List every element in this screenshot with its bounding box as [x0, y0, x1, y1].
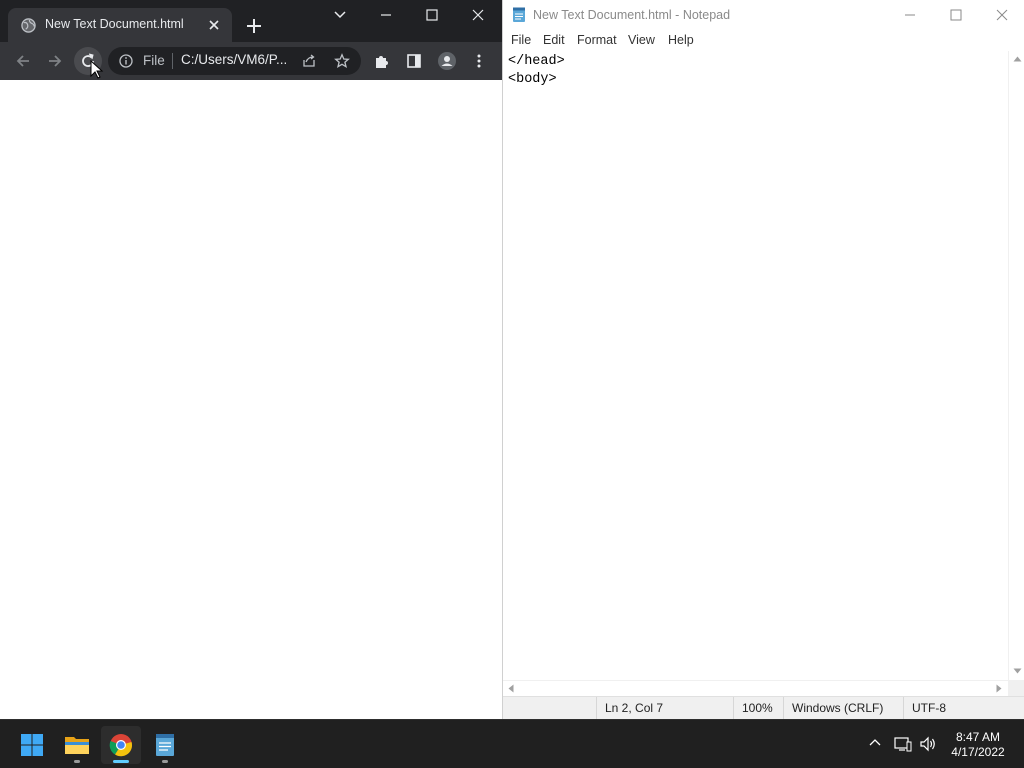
profile-avatar-icon[interactable]	[433, 47, 461, 75]
notepad-menubar: File Edit Format View Help	[503, 30, 1024, 51]
new-tab-button[interactable]	[243, 15, 265, 37]
taskbar: 8:47 AM 4/17/2022	[0, 719, 1024, 768]
url-scheme-label: File	[143, 53, 165, 68]
close-tab-icon[interactable]	[207, 18, 221, 32]
scrollbar-corner	[1008, 680, 1024, 696]
show-hidden-icons-chevron-icon[interactable]	[868, 736, 882, 750]
file-explorer-icon[interactable]	[57, 726, 97, 764]
chrome-window: New Text Document.html File C:/Users/VM6…	[0, 0, 502, 719]
chrome-tabstrip: New Text Document.html	[0, 0, 502, 42]
menu-edit[interactable]: Edit	[543, 33, 565, 47]
globe-icon	[21, 18, 36, 33]
chrome-maximize-button[interactable]	[409, 0, 455, 30]
url-text[interactable]: C:/Users/VM6/P...	[181, 52, 287, 67]
active-indicator	[113, 760, 129, 763]
notepad-maximize-button[interactable]	[933, 0, 979, 30]
menu-format[interactable]: Format	[577, 33, 617, 47]
status-cursor-position: Ln 2, Col 7	[596, 697, 733, 720]
network-icon[interactable]	[894, 736, 912, 752]
notepad-window: New Text Document.html - Notepad File Ed…	[502, 0, 1024, 720]
start-icon[interactable]	[12, 726, 52, 764]
chrome-icon[interactable]	[101, 726, 141, 764]
status-line-ending: Windows (CRLF)	[783, 697, 903, 720]
menu-file[interactable]: File	[511, 33, 531, 47]
tab-search-chevron-icon[interactable]	[330, 6, 350, 24]
status-encoding: UTF-8	[903, 697, 1013, 720]
scroll-up-arrow-icon[interactable]	[1013, 56, 1022, 62]
running-indicator	[162, 760, 168, 763]
side-panel-icon[interactable]	[400, 47, 428, 75]
notepad-text-area[interactable]: </head> <body>	[503, 51, 1008, 680]
clock-time: 8:47 AM	[955, 730, 1001, 744]
extensions-puzzle-icon[interactable]	[368, 47, 396, 75]
notepad-icon[interactable]	[145, 726, 185, 764]
scroll-left-arrow-icon[interactable]	[508, 684, 514, 693]
notepad-titlebar[interactable]: New Text Document.html - Notepad	[503, 0, 1024, 30]
clock-date: 4/17/2022	[951, 745, 1005, 759]
chrome-minimize-button[interactable]	[363, 0, 409, 30]
info-icon[interactable]	[119, 54, 133, 68]
chrome-tab-active[interactable]: New Text Document.html	[8, 8, 232, 42]
horizontal-scrollbar[interactable]	[503, 680, 1008, 696]
menu-help[interactable]: Help	[668, 33, 694, 47]
chrome-page-content[interactable]	[0, 80, 502, 719]
more-menu-icon[interactable]	[465, 47, 493, 75]
running-indicator	[74, 760, 80, 763]
notepad-app-icon	[512, 7, 526, 23]
volume-icon[interactable]	[919, 736, 937, 752]
vertical-scrollbar[interactable]	[1008, 51, 1024, 680]
menu-view[interactable]: View	[628, 33, 655, 47]
share-icon[interactable]	[301, 53, 317, 69]
notepad-statusbar: Ln 2, Col 7 100% Windows (CRLF) UTF-8	[503, 696, 1024, 720]
chrome-toolbar: File C:/Users/VM6/P...	[0, 42, 502, 80]
status-zoom: 100%	[733, 697, 783, 720]
scroll-right-arrow-icon[interactable]	[996, 684, 1002, 693]
notepad-minimize-button[interactable]	[887, 0, 933, 30]
back-arrow-icon[interactable]	[9, 47, 37, 75]
notepad-window-title: New Text Document.html - Notepad	[533, 8, 731, 22]
forward-arrow-icon[interactable]	[41, 47, 69, 75]
address-bar[interactable]: File C:/Users/VM6/P...	[108, 47, 361, 75]
notepad-close-button[interactable]	[979, 0, 1024, 30]
scroll-down-arrow-icon[interactable]	[1013, 668, 1022, 674]
chrome-tab-title: New Text Document.html	[45, 17, 184, 31]
clock[interactable]: 8:47 AM 4/17/2022	[944, 730, 1012, 760]
omnibox-divider	[172, 53, 173, 69]
bookmark-star-icon[interactable]	[334, 53, 350, 69]
chrome-close-button[interactable]	[455, 0, 501, 30]
mouse-cursor-icon	[90, 60, 104, 80]
